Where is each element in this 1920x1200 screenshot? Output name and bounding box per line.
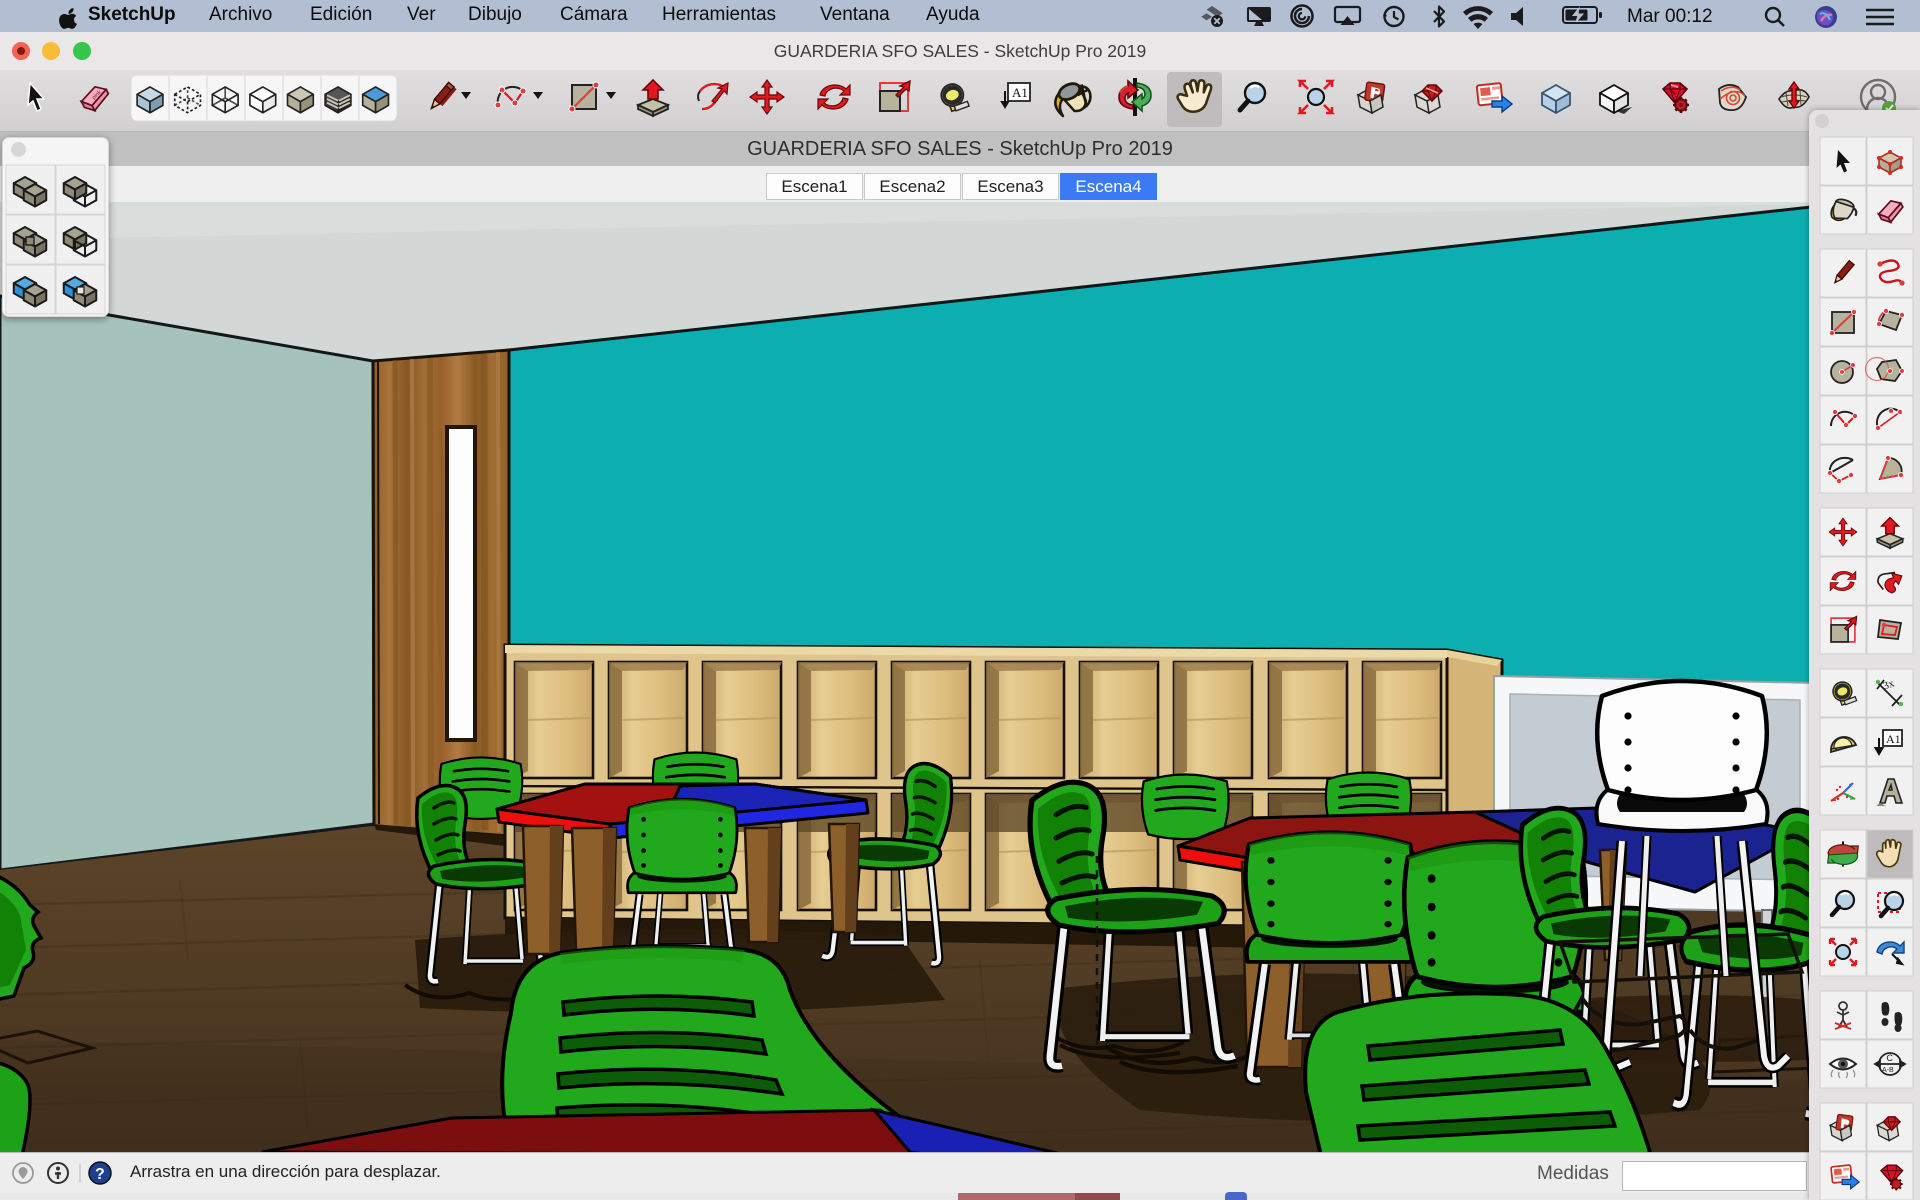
svg-text:A1: A1 — [1012, 85, 1028, 100]
svg-text:A1: A1 — [1886, 732, 1901, 746]
svg-text:C: C — [1887, 1053, 1894, 1063]
svg-text:A-B: A-B — [1882, 1067, 1894, 1074]
svg-text:?: ? — [95, 1166, 105, 1183]
